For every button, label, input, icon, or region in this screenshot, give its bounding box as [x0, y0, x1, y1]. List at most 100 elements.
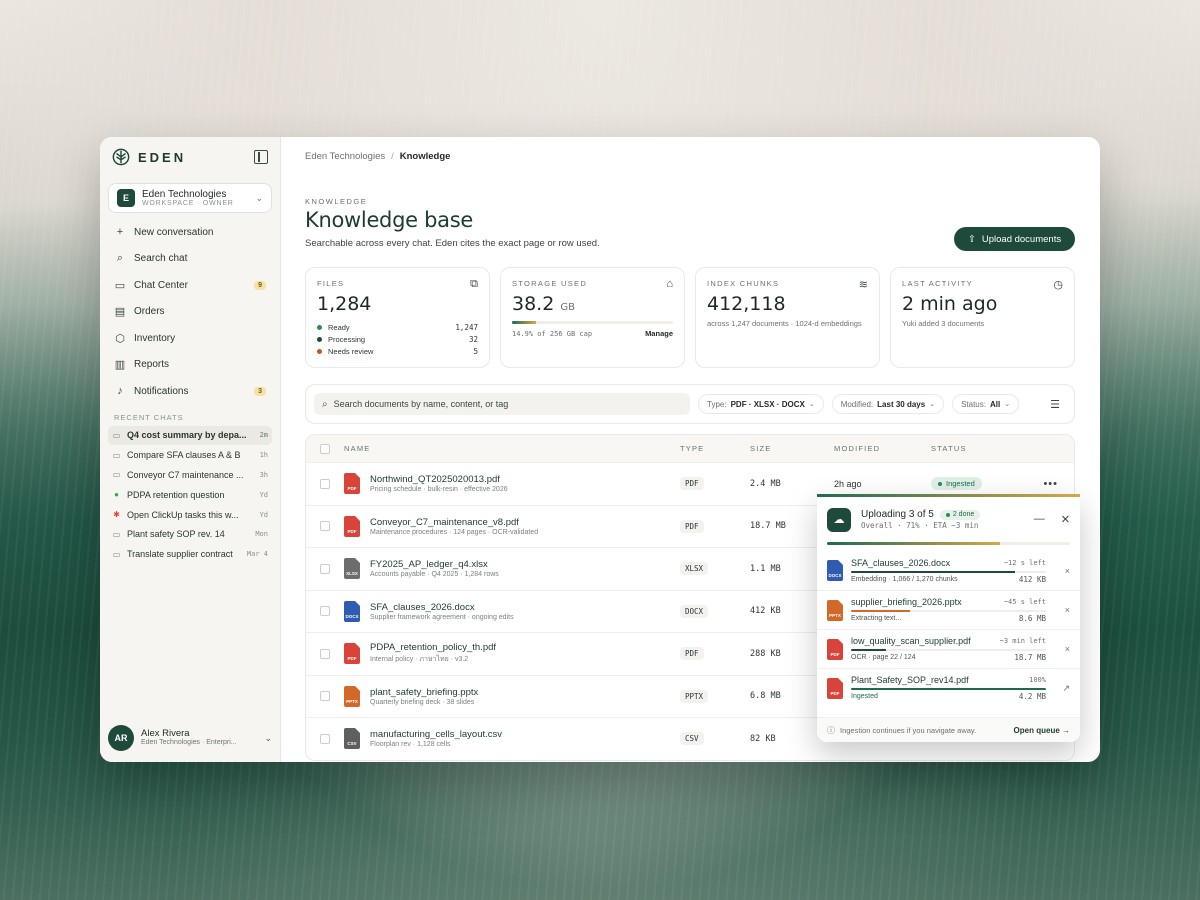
workspace-name: Eden Technologies: [142, 188, 227, 200]
breadcrumb-parent[interactable]: Eden Technologies: [305, 151, 385, 162]
recent-chat-item[interactable]: ▭ Q4 cost summary by depa... 2m: [108, 425, 272, 446]
csv-file-icon: CSV: [344, 728, 360, 750]
modified-filter[interactable]: Modified: Last 30 days ⌄: [831, 394, 945, 414]
upload-size: 18.7 MB: [1014, 653, 1046, 662]
cancel-upload-icon[interactable]: ×: [1054, 566, 1070, 576]
file-name[interactable]: SFA_clauses_2026.docx: [370, 602, 514, 613]
sidebar-item-orders[interactable]: ▤ Orders: [108, 299, 272, 326]
row-checkbox[interactable]: [320, 521, 330, 532]
breakdown-row: Needs review 5: [317, 345, 478, 357]
chat-time: Yd: [259, 510, 268, 519]
stat-files: FILES ⧉ 1,284 Ready 1,247 Processing 32 Need…: [305, 267, 490, 368]
workspace-avatar: E: [117, 189, 135, 207]
chat-time: 2m: [259, 431, 268, 440]
upload-size: 4.2 MB: [1018, 692, 1046, 701]
user-menu[interactable]: AR Alex Rivera Eden Technologies · Enter…: [108, 722, 272, 754]
plus-icon: +: [116, 226, 124, 239]
file-name[interactable]: FY2025_AP_ledger_q4.xlsx: [370, 559, 499, 570]
column-header-type[interactable]: TYPE: [680, 444, 750, 453]
row-checkbox[interactable]: [320, 691, 330, 702]
chevron-down-icon: ⌄: [1004, 401, 1011, 408]
status-dot: [317, 336, 322, 342]
done-badge-label: 2 done: [952, 510, 975, 518]
column-header-status[interactable]: STATUS: [931, 444, 1074, 453]
sidebar-item-reports[interactable]: ▥ Reports: [108, 352, 272, 379]
row-checkbox[interactable]: [320, 648, 330, 659]
file-name[interactable]: Northwind_QT2025020013.pdf: [370, 474, 508, 485]
upload-eta: ~45 s left: [1003, 598, 1046, 606]
breadcrumb: Eden Technologies / Knowledge: [305, 137, 1075, 175]
upload-documents-button[interactable]: ⇪ Upload documents: [954, 227, 1075, 251]
status-filter[interactable]: Status: All ⌄: [952, 394, 1020, 414]
file-meta: Supplier framework agreement · ongoing e…: [370, 613, 514, 621]
select-all-checkbox[interactable]: [320, 443, 330, 454]
recent-chat-item[interactable]: ● PDPA retention question Yd: [108, 485, 272, 505]
type-filter-label: Type:: [707, 399, 727, 409]
workspace-switcher[interactable]: E Eden Technologies WORKSPACE · OWNER ⌄: [108, 183, 272, 213]
file-name[interactable]: manufacturing_cells_layout.csv: [370, 729, 502, 740]
file-name[interactable]: Conveyor_C7_maintenance_v8.pdf: [370, 517, 538, 528]
chat-title: Compare SFA clauses A & B: [127, 450, 241, 461]
sliders-icon[interactable]: ☰: [1044, 398, 1066, 411]
recent-chat-item[interactable]: ▭ Plant safety SOP rev. 14 Mon: [108, 524, 272, 544]
chat-bubble-icon: ▭: [112, 430, 121, 440]
file-name[interactable]: plant_safety_briefing.pptx: [370, 687, 478, 698]
pptx-file-icon: PPTX: [344, 685, 360, 707]
search-input[interactable]: ⌕ Search documents by name, content, or …: [314, 393, 690, 415]
recent-chat-item[interactable]: ▭ Translate supplier contract Mar 4: [108, 544, 272, 564]
cancel-upload-icon[interactable]: ×: [1054, 605, 1070, 615]
row-checkbox[interactable]: [320, 733, 330, 744]
chat-title: Q4 cost summary by depa...: [127, 430, 247, 441]
row-checkbox[interactable]: [320, 563, 330, 574]
upload-detail: OCR · page 22 / 124: [851, 654, 916, 661]
stat-label: FILES: [317, 279, 345, 288]
upload-progress-bar: [851, 688, 1046, 690]
file-meta: Floorplan rev · 1,128 cells: [370, 741, 451, 749]
breadcrumb-separator: /: [391, 150, 394, 162]
chat-bubble-icon: ▭: [112, 529, 121, 539]
sidebar-item-notifications[interactable]: ♪ Notifications 3: [108, 378, 272, 405]
more-icon[interactable]: •••: [1043, 478, 1058, 490]
modified-filter-label: Modified:: [840, 399, 874, 409]
sidebar-item-chat-center[interactable]: ▭ Chat Center 9: [108, 272, 272, 299]
type-filter-value: PDF · XLSX · DOCX: [730, 399, 805, 409]
workspace-role: WORKSPACE · OWNER: [142, 199, 234, 207]
close-icon[interactable]: ✕: [1061, 513, 1070, 526]
column-header-modified[interactable]: MODIFIED: [834, 444, 931, 453]
pptx-file-icon: PPTX: [827, 599, 843, 621]
minimize-icon[interactable]: —: [1034, 513, 1045, 526]
column-header-name[interactable]: NAME: [344, 444, 680, 453]
upload-file-name: low_quality_scan_supplier.pdf: [851, 636, 971, 646]
open-queue-link[interactable]: Open queue →: [1014, 726, 1070, 735]
sidebar-item-label: Chat Center: [134, 279, 188, 291]
open-external-icon[interactable]: ↗: [1054, 683, 1070, 694]
upload-progress-fill: [851, 570, 1015, 573]
recent-chat-item[interactable]: ▭ Compare SFA clauses A & B 1h: [108, 445, 272, 465]
chat-title: Open ClickUp tasks this w...: [127, 509, 239, 520]
stats-row: FILES ⧉ 1,284 Ready 1,247 Processing 32 Need…: [305, 267, 1075, 368]
cancel-upload-icon[interactable]: ×: [1054, 644, 1070, 654]
column-header-size[interactable]: SIZE: [750, 444, 834, 453]
collapse-sidebar-icon[interactable]: [254, 150, 268, 164]
upload-queue-item: PDF Plant_Safety_SOP_rev14.pdf 100% Ingeste…: [817, 668, 1080, 707]
modified-filter-value: Last 30 days: [877, 399, 926, 409]
sidebar-item-inventory[interactable]: ⬡ Inventory: [108, 325, 272, 352]
file-type: PDF: [680, 477, 704, 491]
sidebar-item-search-chat[interactable]: ⌕ Search chat: [108, 246, 272, 273]
row-checkbox[interactable]: [320, 606, 330, 617]
upload-footer-note: Ingestion continues if you navigate away…: [840, 725, 977, 735]
file-name[interactable]: PDPA_retention_policy_th.pdf: [370, 642, 496, 653]
sidebar-item-new-conversation[interactable]: + New conversation: [108, 219, 272, 246]
layers-icon: ≋: [858, 279, 868, 291]
row-checkbox[interactable]: [320, 478, 330, 489]
type-filter[interactable]: Type: PDF · XLSX · DOCX ⌄: [698, 394, 824, 414]
status-dot: [317, 324, 322, 330]
stat-value: 38.2 GB: [512, 293, 673, 315]
manage-storage-link[interactable]: Manage: [645, 329, 673, 338]
table-header: NAME TYPE SIZE MODIFIED STATUS: [306, 435, 1074, 462]
status-label: Ingested: [946, 479, 975, 489]
recent-chat-item[interactable]: ▭ Conveyor C7 maintenance ... 3h: [108, 465, 272, 485]
sidebar-item-label: Orders: [134, 306, 165, 318]
stat-label: INDEX CHUNKS: [707, 279, 780, 288]
recent-chat-item[interactable]: ✱ Open ClickUp tasks this w... Yd: [108, 505, 272, 525]
